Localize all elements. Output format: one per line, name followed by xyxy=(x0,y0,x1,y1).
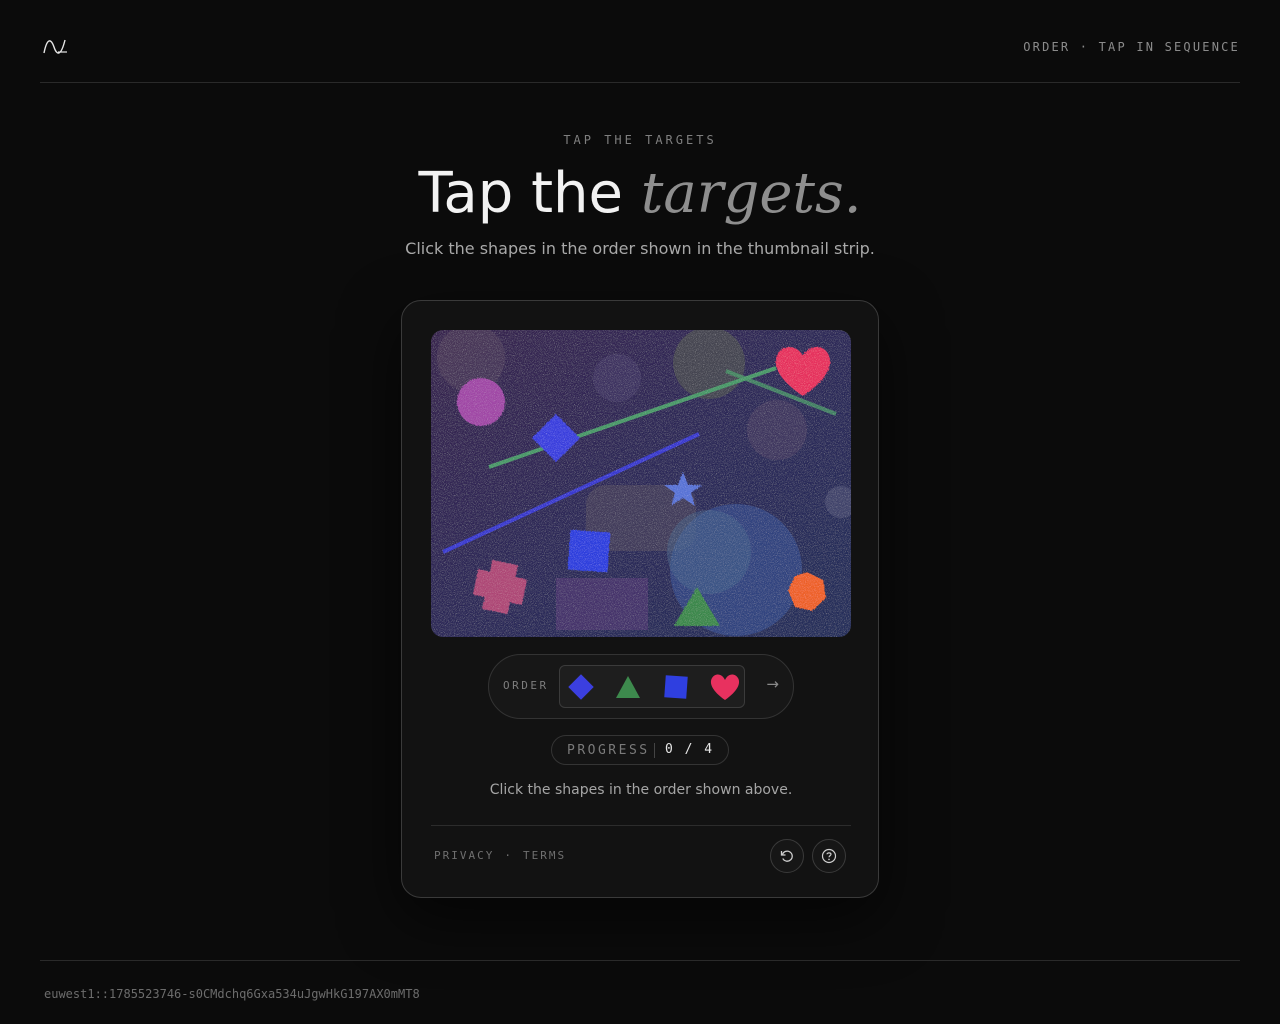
session-id: euwest1::1785523746-s0CMdchq6Gxa534uJgwH… xyxy=(44,987,420,1001)
card-divider xyxy=(431,825,851,826)
help-button[interactable] xyxy=(812,839,846,873)
progress-value: 0 / 4 xyxy=(665,742,715,757)
title-italic: targets. xyxy=(640,161,862,226)
eyebrow-label: TAP THE TARGETS xyxy=(563,133,717,147)
instruction-text: Click the shapes in the order shown abov… xyxy=(489,782,793,798)
help-icon xyxy=(821,848,837,864)
header-divider xyxy=(40,82,1240,83)
privacy-link[interactable]: PRIVACY xyxy=(434,849,494,862)
progress-indicator: PROGRESS 0 / 4 xyxy=(551,735,729,765)
purple-circle-shape[interactable] xyxy=(457,378,505,426)
thumb-blue-diamond-icon xyxy=(568,674,594,700)
order-thumbnail-strip xyxy=(559,665,745,708)
progress-divider xyxy=(654,743,655,758)
challenge-card: ORDER → PROGRESS 0 / 4 Click the shapes … xyxy=(401,300,879,898)
thumb-red-heart-icon xyxy=(710,674,740,700)
arrow-right-icon[interactable]: → xyxy=(766,675,779,693)
reload-button[interactable] xyxy=(770,839,804,873)
order-strip-container: ORDER → xyxy=(488,654,794,719)
challenge-canvas[interactable] xyxy=(431,330,851,637)
footer-divider xyxy=(40,960,1240,961)
link-separator: · xyxy=(504,849,513,862)
thumb-blue-square-icon xyxy=(664,675,688,699)
legal-links: PRIVACY · TERMS xyxy=(434,849,566,862)
order-label: ORDER xyxy=(503,679,549,692)
blue-square-shape[interactable] xyxy=(567,529,611,573)
page-title: Tap the targets. xyxy=(0,158,1280,230)
thumb-green-triangle-icon xyxy=(616,676,640,698)
progress-label: PROGRESS xyxy=(567,743,650,758)
wave-logo-icon[interactable] xyxy=(42,36,68,56)
mode-label: ORDER · TAP IN SEQUENCE xyxy=(1023,40,1240,54)
page-subtitle: Click the shapes in the order shown in t… xyxy=(405,239,875,258)
title-plain: Tap the xyxy=(418,161,623,226)
reload-icon xyxy=(780,850,793,862)
terms-link[interactable]: TERMS xyxy=(523,849,566,862)
